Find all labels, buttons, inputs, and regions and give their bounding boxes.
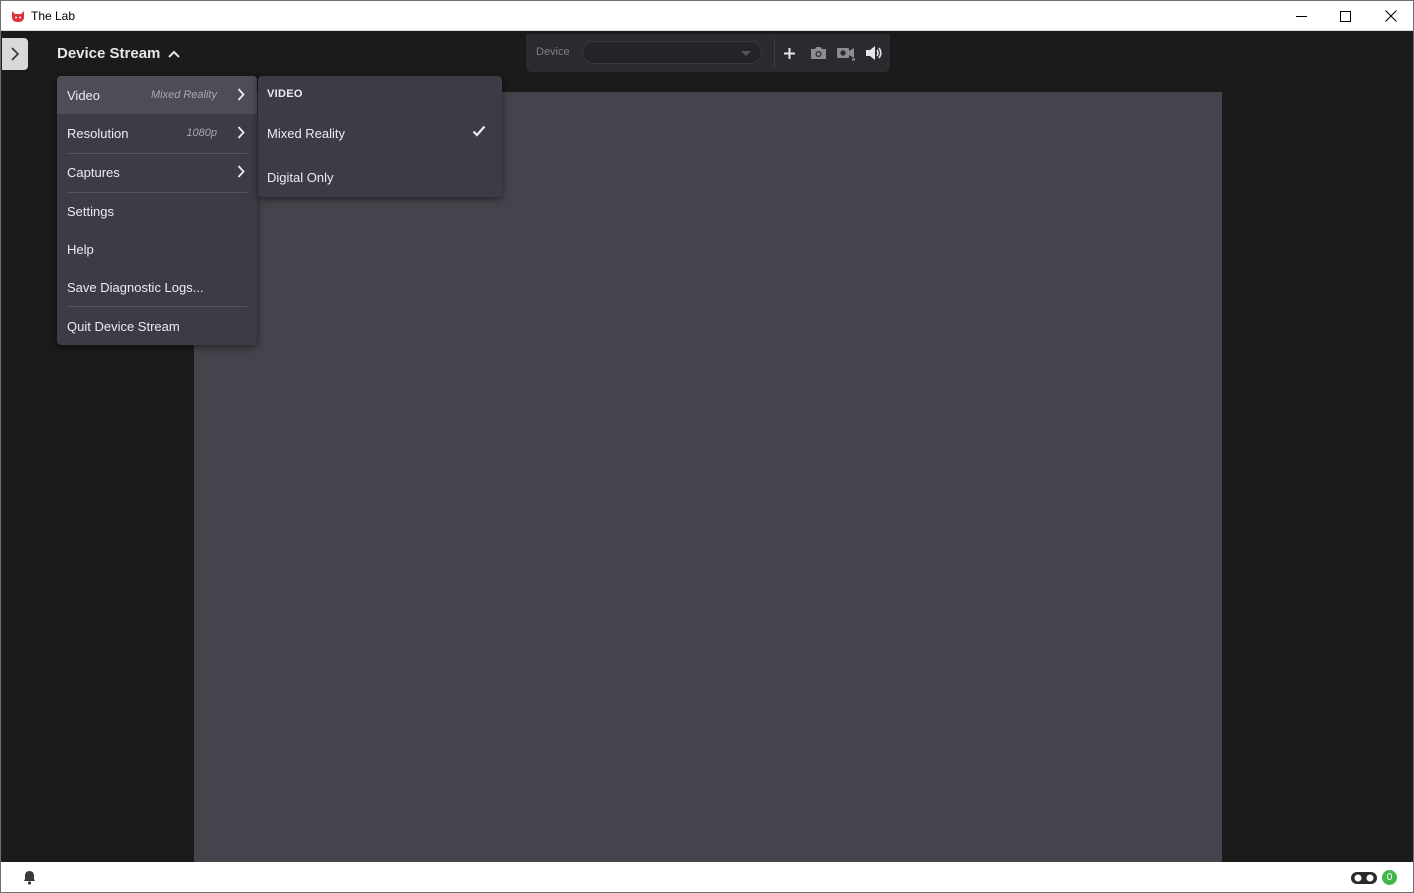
chevron-up-icon — [168, 50, 181, 58]
device-toolbar: Device — [526, 34, 890, 72]
dropdown-caret-icon — [741, 51, 751, 56]
close-icon — [1385, 10, 1397, 22]
chevron-right-icon — [237, 165, 245, 178]
bell-icon[interactable] — [23, 870, 36, 885]
submenu-header: VIDEO — [267, 88, 303, 100]
submenu-item-digital-only[interactable]: Digital Only — [258, 157, 502, 197]
submenu-item-mixed-reality[interactable]: Mixed Reality — [258, 113, 502, 153]
menu-item-label: Help — [67, 241, 94, 257]
speaker-icon — [866, 46, 882, 60]
checkmark-icon — [472, 125, 486, 137]
record-video-button[interactable] — [836, 43, 856, 63]
device-label: Device — [536, 46, 570, 58]
menu-item-label: Captures — [67, 164, 120, 180]
maximize-button[interactable] — [1322, 1, 1368, 31]
close-button[interactable] — [1368, 1, 1413, 31]
video-submenu: VIDEO Mixed Reality Digital Only — [258, 76, 502, 197]
app-header-title: Device Stream — [57, 45, 161, 62]
menu-item-video[interactable]: Video Mixed Reality — [57, 76, 257, 114]
stream-preview — [194, 92, 1222, 862]
minimize-button[interactable] — [1278, 1, 1324, 31]
menu-item-captures[interactable]: Captures — [57, 153, 257, 191]
submenu-item-label: Mixed Reality — [267, 125, 346, 141]
app-logo-icon — [12, 11, 24, 22]
status-bar: 0 — [1, 862, 1413, 892]
title-bar: The Lab — [1, 1, 1413, 31]
take-photo-button[interactable] — [808, 43, 828, 63]
video-camera-icon — [837, 47, 855, 60]
menu-item-label: Resolution — [67, 125, 129, 141]
menu-item-label: Quit Device Stream — [67, 318, 180, 334]
menu-item-help[interactable]: Help — [57, 230, 257, 268]
menu-item-value: 1080p — [186, 127, 217, 139]
chevron-right-icon — [11, 47, 20, 61]
chevron-right-icon — [237, 126, 245, 139]
menu-item-label: Save Diagnostic Logs... — [67, 279, 204, 295]
menu-item-value: Mixed Reality — [150, 89, 217, 101]
sidebar-toggle-button[interactable] — [2, 38, 28, 70]
menu-item-save-diagnostic-logs[interactable]: Save Diagnostic Logs... — [57, 268, 257, 306]
menu-item-resolution[interactable]: Resolution 1080p — [57, 114, 257, 152]
menu-item-quit[interactable]: Quit Device Stream — [57, 307, 257, 345]
device-count-badge: 0 — [1382, 870, 1397, 885]
window-title: The Lab — [31, 9, 76, 23]
submenu-item-label: Digital Only — [267, 169, 334, 185]
menu-item-label: Settings — [67, 203, 114, 219]
device-select[interactable] — [582, 41, 762, 64]
menu-item-settings[interactable]: Settings — [57, 192, 257, 230]
content-area: Device Stream Device Video Mixed Reality… — [1, 32, 1413, 862]
app-window: The Lab Device Stream Device Video Mixed… — [0, 0, 1414, 893]
toolbar-divider — [774, 38, 775, 68]
device-stream-menu-button[interactable]: Device Stream — [57, 45, 181, 62]
minimize-icon — [1295, 15, 1307, 17]
device-stream-menu: Video Mixed Reality Resolution 1080p Cap… — [57, 76, 257, 345]
chevron-right-icon — [237, 88, 245, 101]
maximize-icon — [1339, 10, 1351, 22]
add-device-button[interactable] — [779, 43, 799, 63]
menu-item-label: Video — [67, 87, 101, 103]
camera-icon — [810, 47, 826, 59]
plus-icon — [783, 47, 795, 59]
audio-button[interactable] — [864, 43, 884, 63]
headset-icon[interactable] — [1350, 871, 1378, 885]
